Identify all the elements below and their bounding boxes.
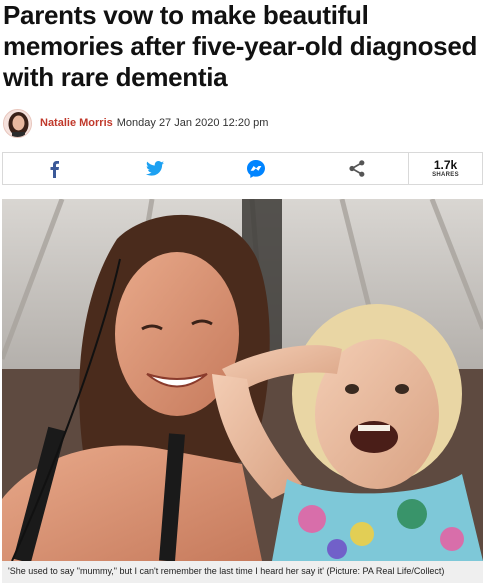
messenger-icon xyxy=(247,159,266,178)
facebook-share-button[interactable] xyxy=(3,153,104,184)
byline: Natalie Morris Monday 27 Jan 2020 12:20 … xyxy=(3,108,268,138)
article-photo-illustration xyxy=(2,199,483,561)
author-name[interactable]: Natalie Morris xyxy=(40,117,113,129)
messenger-share-button[interactable] xyxy=(206,153,307,184)
photo-caption: 'She used to say "mummy," but I can't re… xyxy=(2,561,483,583)
share-count-label: SHARES xyxy=(432,172,459,178)
facebook-icon xyxy=(50,160,59,178)
article-photo xyxy=(2,199,483,561)
article-headline: Parents vow to make beautiful memories a… xyxy=(3,0,478,92)
generic-share-button[interactable] xyxy=(307,153,408,184)
publish-date: Monday 27 Jan 2020 12:20 pm xyxy=(116,117,269,129)
share-count: 1.7k SHARES xyxy=(408,153,482,184)
twitter-icon xyxy=(145,161,164,176)
share-icon xyxy=(349,160,365,177)
share-bar: 1.7k SHARES xyxy=(2,152,483,185)
share-count-number: 1.7k xyxy=(433,158,458,172)
author-avatar[interactable] xyxy=(3,108,32,138)
twitter-share-button[interactable] xyxy=(104,153,205,184)
